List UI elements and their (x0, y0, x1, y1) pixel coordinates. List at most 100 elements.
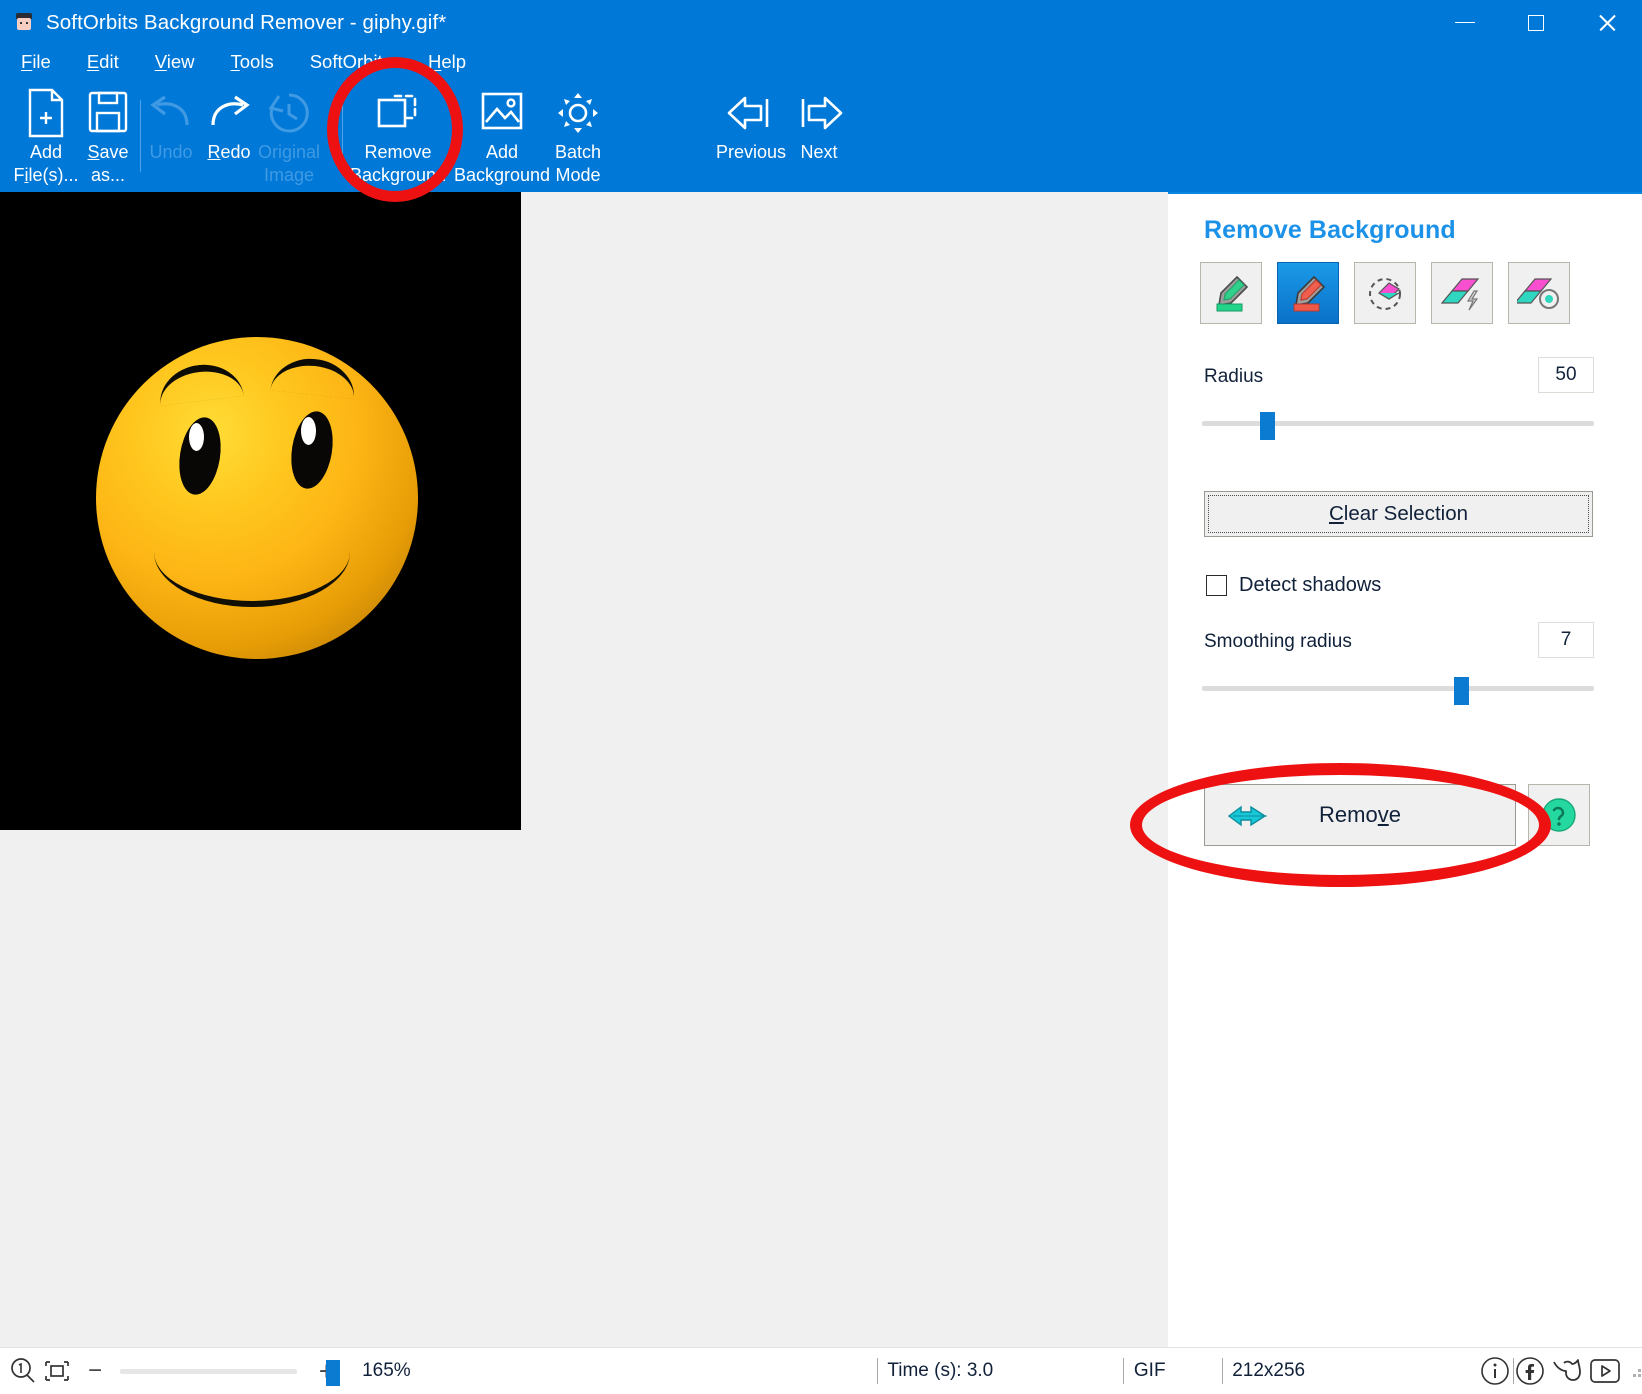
green-marker-icon (1216, 275, 1249, 312)
tool-button-row (1200, 262, 1570, 324)
toolbar-label: Mode (555, 165, 601, 185)
info-icon[interactable] (1479, 1355, 1511, 1387)
menu-item-help[interactable]: Help (413, 48, 481, 76)
help-icon (1542, 798, 1576, 832)
menu-item-view[interactable]: View (140, 48, 210, 76)
magic-wand-tool-button[interactable] (1431, 262, 1493, 324)
radius-value[interactable]: 50 (1538, 357, 1594, 393)
save-as-icon (86, 86, 130, 140)
eyebrow-left (156, 360, 244, 406)
keep-marker-tool-button[interactable] (1200, 262, 1262, 324)
image-canvas[interactable] (0, 192, 521, 830)
eraser-tool-button[interactable] (1354, 262, 1416, 324)
auto-select-tool-button[interactable] (1508, 262, 1570, 324)
right-panel: Remove Background Radius 50 Clear Select… (1162, 192, 1642, 1347)
toolbar-label: Remove (364, 142, 432, 162)
youtube-icon[interactable] (1588, 1356, 1622, 1386)
toolbar-separator (342, 100, 343, 172)
maximize-icon (1527, 14, 1544, 31)
zoom-100-icon[interactable] (8, 1356, 38, 1386)
toolbar-label: Original (257, 142, 321, 162)
eraser-icon (1369, 278, 1401, 310)
remove-marker-tool-button[interactable] (1277, 262, 1339, 324)
toolbar-label: Next (800, 142, 838, 162)
smoothing-radius-value[interactable]: 7 (1538, 622, 1594, 658)
batch-mode-icon (554, 86, 602, 140)
magic-wand-icon (1440, 278, 1480, 311)
maximize-button[interactable] (1500, 0, 1571, 45)
toolbar-button-remove-background[interactable]: Remove Background (348, 86, 448, 186)
status-divider (1221, 1358, 1223, 1384)
status-divider (876, 1358, 878, 1384)
twitter-icon[interactable] (1550, 1355, 1584, 1387)
window-controls (1429, 0, 1642, 45)
smoothing-slider-track (1202, 686, 1594, 691)
toolbar-button-original-image: Original Image (243, 86, 335, 186)
minimize-icon (1454, 21, 1475, 24)
red-marker-icon (1293, 275, 1326, 312)
status-bar: − + 165% Time (s): 3.0 GIF 212x256 (0, 1347, 1642, 1394)
app-icon (14, 12, 34, 33)
resize-grip[interactable] (1632, 1363, 1642, 1379)
menu-bar: File Edit View Tools SoftOrbits Help (0, 45, 1642, 78)
remove-background-icon (373, 86, 423, 140)
mouth-smile (154, 497, 350, 607)
auto-select-icon (1517, 278, 1559, 309)
menu-item-file[interactable]: File (6, 48, 66, 76)
smoothing-radius-label: Smoothing radius (1204, 631, 1352, 652)
menu-item-tools[interactable]: Tools (216, 48, 289, 76)
close-icon (1597, 13, 1617, 33)
detect-shadows-label: Detect shadows (1239, 574, 1382, 596)
radius-slider-thumb[interactable] (1260, 412, 1275, 440)
help-button[interactable] (1528, 784, 1590, 846)
window-title: SoftOrbits Background Remover - giphy.gi… (46, 10, 447, 34)
zoom-slider[interactable] (120, 1360, 341, 1386)
menu-item-edit[interactable]: Edit (72, 48, 134, 76)
zoom-slider-track (120, 1369, 297, 1374)
time-label: Time (s): 3.0 (887, 1360, 994, 1381)
toolbar-label: Add (485, 142, 519, 162)
previous-icon (723, 86, 779, 140)
menu-item-softorbits[interactable]: SoftOrbits (295, 48, 407, 76)
work-area (0, 192, 1162, 1347)
radius-label: Radius (1204, 366, 1264, 387)
radius-slider[interactable] (1202, 412, 1594, 440)
right-arrow-icon (1227, 805, 1267, 827)
toolbar-button-next[interactable]: Next (773, 86, 865, 186)
title-bar: SoftOrbits Background Remover - giphy.gi… (0, 0, 1642, 45)
zoom-level-label: 165% (362, 1360, 411, 1381)
smoothing-radius-slider[interactable] (1202, 677, 1594, 705)
status-divider (1123, 1358, 1124, 1384)
toolbar-label: Batch (554, 142, 602, 162)
remove-background-panel: Remove Background Radius 50 Clear Select… (1168, 192, 1642, 1347)
dimensions-label: 212x256 (1232, 1360, 1306, 1381)
zoom-slider-thumb[interactable] (326, 1360, 341, 1386)
zoom-out-button[interactable]: − (88, 1357, 102, 1385)
remove-button[interactable]: Remove (1204, 784, 1516, 846)
focus-border (1208, 495, 1589, 533)
smiley-face-image (96, 337, 418, 659)
toolbar-label: Add (29, 142, 63, 162)
eye-glint-left (189, 423, 204, 451)
toolbar-label: Save (87, 142, 129, 162)
toolbar-label: Image (263, 165, 315, 185)
eyebrow-right (270, 354, 358, 400)
remove-row: Remove (1204, 784, 1590, 846)
checkbox-box (1206, 575, 1227, 596)
minimize-button[interactable] (1429, 0, 1500, 45)
toolbar: Add File(s)... Save as... Undo Redo Orig… (0, 78, 1642, 192)
facebook-icon[interactable] (1514, 1355, 1546, 1387)
add-background-icon (477, 86, 527, 140)
panel-title: Remove Background (1204, 216, 1456, 244)
close-button[interactable] (1571, 0, 1642, 45)
toolbar-label: as... (90, 165, 125, 185)
smoothing-slider-thumb[interactable] (1454, 677, 1469, 705)
detect-shadows-checkbox[interactable]: Detect shadows (1206, 574, 1381, 597)
toolbar-button-batch-mode[interactable]: Batch Mode (532, 86, 624, 186)
original-image-icon (265, 86, 313, 140)
toolbar-label: Background (349, 165, 447, 185)
next-icon (791, 86, 847, 140)
format-label: GIF (1133, 1360, 1166, 1381)
clear-selection-button[interactable]: Clear Selection (1204, 491, 1593, 537)
fit-to-window-icon[interactable] (42, 1356, 72, 1386)
